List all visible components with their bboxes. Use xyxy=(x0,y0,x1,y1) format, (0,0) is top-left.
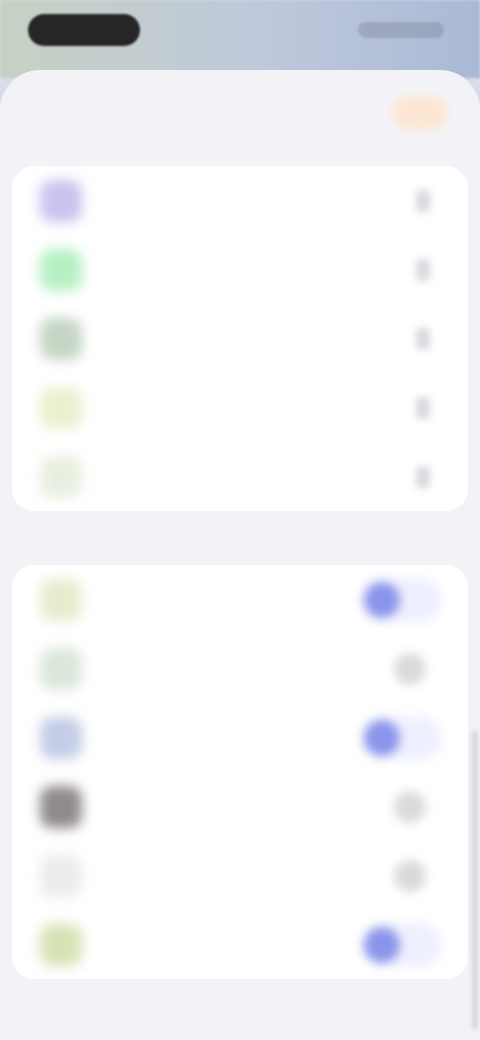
toggle-switch[interactable] xyxy=(394,854,428,898)
light-app-icon xyxy=(40,455,82,498)
scrollbar-thumb[interactable] xyxy=(472,730,478,1030)
olive-app-icon xyxy=(40,578,82,621)
toggle-knob xyxy=(364,719,400,756)
toggle-row xyxy=(12,703,468,772)
list-item[interactable] xyxy=(12,166,468,235)
pale-app-icon xyxy=(40,854,82,897)
sage-app-icon xyxy=(40,647,82,690)
toggle-row xyxy=(12,841,468,910)
toggle-row xyxy=(12,772,468,841)
toggle-knob xyxy=(394,790,426,823)
photo-app-icon xyxy=(40,317,82,360)
green-app-icon xyxy=(40,248,82,291)
status-time xyxy=(28,14,140,46)
blue-app-icon xyxy=(40,716,82,759)
dark-app-icon xyxy=(40,785,82,828)
purple-app-icon xyxy=(40,179,82,222)
list-item[interactable] xyxy=(12,235,468,304)
toggle-knob xyxy=(364,581,400,618)
list-item[interactable] xyxy=(12,442,468,511)
sheet-header xyxy=(0,70,480,166)
header-action-button[interactable] xyxy=(392,96,448,130)
toggles-group xyxy=(12,565,468,979)
toggle-switch[interactable] xyxy=(360,577,442,622)
chevron-right-icon xyxy=(416,465,430,488)
toggle-switch[interactable] xyxy=(360,922,442,967)
toggle-knob xyxy=(364,926,400,963)
yellow-app-icon xyxy=(40,386,82,429)
toggle-switch[interactable] xyxy=(394,647,428,691)
status-bar xyxy=(0,0,480,78)
chevron-right-icon xyxy=(416,327,430,350)
toggle-row xyxy=(12,634,468,703)
toggle-knob xyxy=(394,859,426,892)
apps-group xyxy=(12,166,468,511)
toggle-row xyxy=(12,910,468,979)
list-item[interactable] xyxy=(12,304,468,373)
settings-sheet xyxy=(0,70,480,1040)
toggle-switch[interactable] xyxy=(360,715,442,760)
toggle-knob xyxy=(394,652,426,685)
chevron-right-icon xyxy=(416,189,430,212)
chevron-right-icon xyxy=(416,396,430,419)
toggle-row xyxy=(12,565,468,634)
section-header xyxy=(26,537,480,555)
toggle-switch[interactable] xyxy=(394,785,428,829)
lime-app-icon xyxy=(40,923,82,966)
status-icons xyxy=(358,22,444,38)
list-item[interactable] xyxy=(12,373,468,442)
chevron-right-icon xyxy=(416,258,430,281)
